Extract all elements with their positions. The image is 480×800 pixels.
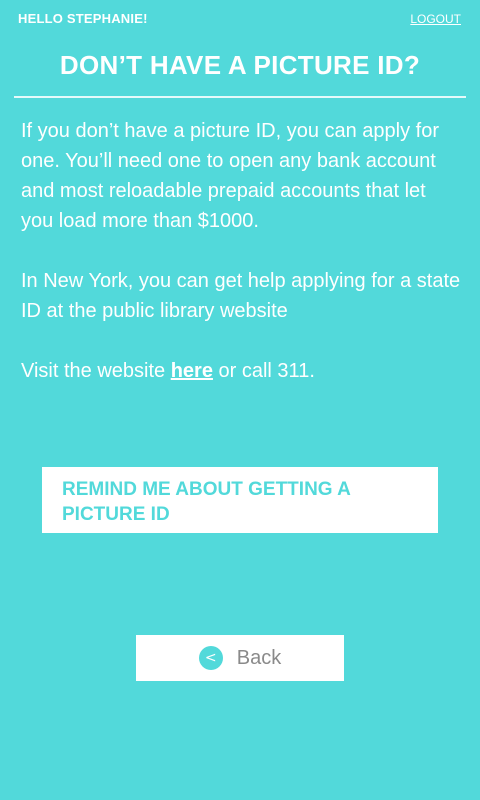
visit-website-line: Visit the website here or call 311. (21, 356, 461, 386)
remind-me-label: REMIND ME ABOUT GETTING A PICTURE ID (62, 479, 351, 525)
top-bar: HELLO STEPHANIE! LOGOUT (0, 0, 480, 40)
remind-me-button[interactable]: REMIND ME ABOUT GETTING A PICTURE ID (42, 467, 438, 533)
page-title: DON’T HAVE A PICTURE ID? (59, 50, 421, 80)
info-content: If you don’t have a picture ID, you can … (21, 116, 461, 416)
back-label: Back (236, 646, 282, 669)
info-paragraph-apply: If you don’t have a picture ID, you can … (21, 120, 440, 232)
visit-suffix: or call 311. (212, 360, 315, 382)
visit-prefix: Visit the website (21, 360, 171, 382)
chevron-left-icon: < (198, 646, 223, 670)
back-button[interactable]: < Back (136, 635, 344, 681)
logout-link[interactable]: LOGOUT (410, 12, 461, 26)
info-paragraph-new-york: In New York, you can get help applying f… (21, 270, 461, 322)
website-link[interactable]: here (171, 360, 213, 382)
user-greeting: HELLO STEPHANIE! (18, 11, 148, 26)
title-divider (14, 96, 466, 98)
